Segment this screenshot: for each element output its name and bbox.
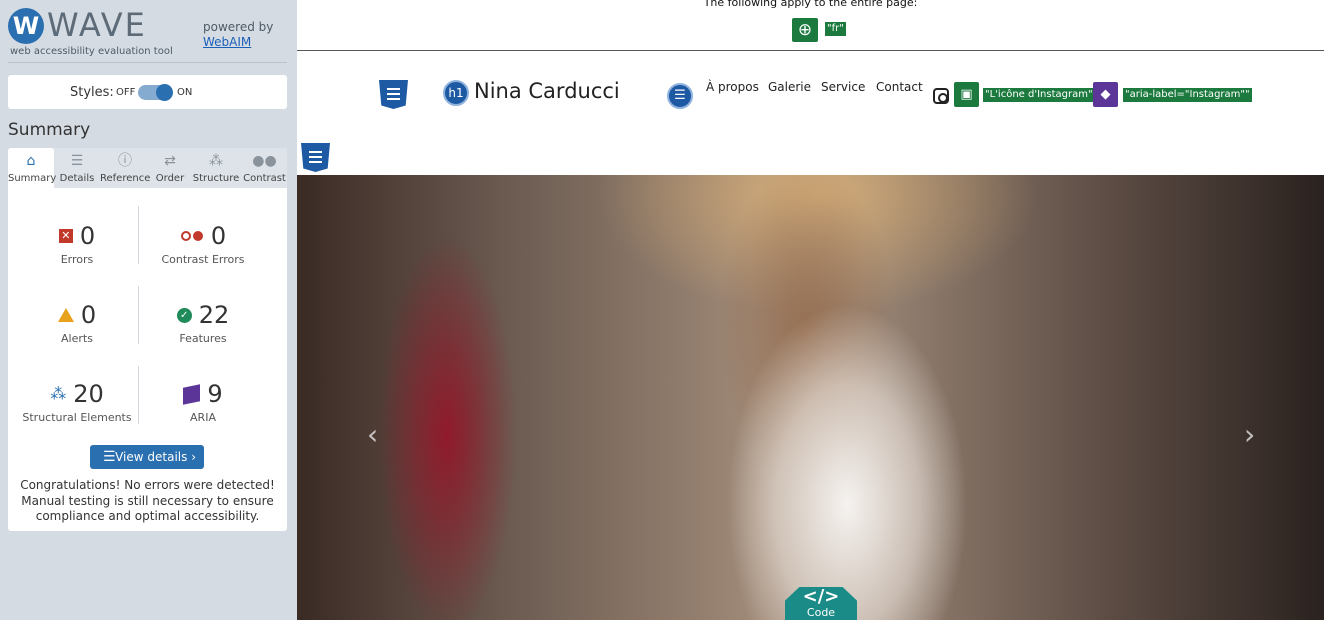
- contrast-errors-count: 0: [210, 222, 227, 250]
- alt-text-icon[interactable]: ▣: [954, 82, 979, 107]
- list-icon: ☰: [103, 449, 116, 465]
- error-icon: ✕: [58, 229, 73, 243]
- tab-details-label: Details: [59, 173, 95, 184]
- nav-link-galerie[interactable]: Galerie: [768, 80, 811, 94]
- wave-logo-subtitle: web accessibility evaluation tool: [10, 46, 173, 57]
- congrats-message: Congratulations! No errors were detected…: [20, 478, 275, 523]
- nav-link-contact[interactable]: Contact: [876, 80, 923, 94]
- wave-logo-word: WAVE: [47, 6, 147, 44]
- tab-reference-label: Reference: [100, 173, 151, 184]
- contrast-errors-label: Contrast Errors: [161, 253, 245, 266]
- styles-on-label: ON: [177, 87, 193, 98]
- aria-label-badge: "aria-label="Instagram"": [1123, 88, 1252, 102]
- webaim-link[interactable]: WebAIM: [203, 35, 251, 49]
- structural-label: Structural Elements: [22, 411, 132, 424]
- wave-logo-icon: W: [8, 8, 44, 44]
- structural-count: 20: [73, 380, 104, 408]
- nav-link-service[interactable]: Service: [821, 80, 865, 94]
- view-details-button[interactable]: ☰ View details ›: [90, 445, 204, 469]
- evaluated-page: The following apply to the entire page: …: [297, 0, 1324, 620]
- contrast-error-icon: [180, 231, 204, 241]
- wave-sidebar: W WAVE web accessibility evaluation tool…: [0, 0, 297, 620]
- navigation-icon[interactable]: ☰: [667, 83, 693, 109]
- summary-panel: ⌂ Summary ☰ Details ⓘ Reference ⇄ Order …: [8, 148, 287, 531]
- contrast-icon: ●●: [252, 153, 277, 169]
- styles-toggle-box: Styles: OFF ON: [8, 75, 287, 109]
- hero-image: ‹ ›: [297, 175, 1324, 620]
- tab-contrast-label: Contrast: [243, 173, 286, 184]
- site-header: h1 Nina Carducci ☰ À propos Galerie Serv…: [297, 52, 1324, 175]
- aria-count: 9: [207, 380, 223, 408]
- page-wide-bar: The following apply to the entire page: …: [297, 0, 1324, 51]
- carousel-next-icon[interactable]: ›: [1244, 418, 1255, 451]
- heading-h1-icon[interactable]: h1: [443, 80, 469, 106]
- features-count: 22: [198, 301, 230, 329]
- stat-aria[interactable]: 9 ARIA: [138, 379, 268, 424]
- aria-label-tag-icon[interactable]: ◆: [1093, 82, 1118, 107]
- instagram-icon[interactable]: [933, 88, 949, 104]
- alerts-label: Alerts: [61, 332, 93, 345]
- alerts-count: 0: [80, 301, 97, 329]
- tab-summary-label: Summary: [8, 173, 57, 184]
- tab-details[interactable]: ☰ Details: [54, 148, 100, 188]
- structure-icon: ⁂: [209, 153, 223, 169]
- aria-label: ARIA: [190, 411, 216, 424]
- stat-contrast-errors[interactable]: 0 Contrast Errors: [138, 221, 268, 266]
- styles-toggle[interactable]: [138, 84, 173, 101]
- summary-heading: Summary: [8, 120, 91, 140]
- stat-errors[interactable]: ✕ 0 Errors: [12, 221, 142, 266]
- tab-order-label: Order: [155, 173, 185, 184]
- stat-alerts[interactable]: 0 Alerts: [12, 300, 142, 345]
- structure-icon: ⁂: [50, 384, 67, 403]
- main-region-icon[interactable]: [301, 143, 330, 172]
- tab-reference[interactable]: ⓘ Reference: [100, 148, 150, 188]
- stat-structural[interactable]: ⁂ 20 Structural Elements: [12, 379, 142, 424]
- alt-text-badge: "L'icône d'Instagram": [983, 88, 1095, 102]
- list-icon: ☰: [70, 153, 84, 169]
- tab-bar: ⌂ Summary ☰ Details ⓘ Reference ⇄ Order …: [8, 148, 287, 188]
- sidebar-divider: [8, 62, 287, 63]
- code-toggle-button[interactable]: </> Code: [785, 587, 857, 620]
- home-icon: ⌂: [26, 153, 36, 169]
- features-label: Features: [179, 332, 227, 345]
- info-icon: ⓘ: [118, 153, 132, 169]
- tab-summary[interactable]: ⌂ Summary: [8, 148, 57, 188]
- powered-by-text: powered by: [203, 20, 274, 34]
- site-title: Nina Carducci: [474, 79, 620, 103]
- carousel-prev-icon[interactable]: ‹: [367, 418, 378, 451]
- language-badge: "fr": [825, 22, 846, 36]
- tab-contrast[interactable]: ●● Contrast: [242, 148, 287, 188]
- tab-structure[interactable]: ⁂ Structure: [190, 148, 242, 188]
- page-wide-text: The following apply to the entire page:: [703, 0, 918, 9]
- order-icon: ⇄: [164, 153, 176, 169]
- view-details-label: View details ›: [115, 450, 196, 464]
- stat-features[interactable]: ✓ 22 Features: [138, 300, 268, 345]
- header-region-icon[interactable]: [379, 80, 408, 109]
- nav-link-a-propos[interactable]: À propos: [706, 80, 759, 94]
- toggle-knob: [156, 84, 173, 101]
- feature-check-icon: ✓: [176, 307, 192, 323]
- tab-structure-label: Structure: [192, 173, 240, 184]
- tab-order[interactable]: ⇄ Order: [150, 148, 190, 188]
- errors-count: 0: [79, 222, 96, 250]
- styles-off-label: OFF: [116, 87, 136, 98]
- code-label: Code: [806, 606, 836, 619]
- alert-icon: [57, 308, 74, 322]
- aria-icon: [183, 383, 201, 405]
- styles-label: Styles:: [70, 85, 114, 100]
- globe-icon[interactable]: ⊕: [792, 18, 818, 42]
- errors-label: Errors: [60, 253, 94, 266]
